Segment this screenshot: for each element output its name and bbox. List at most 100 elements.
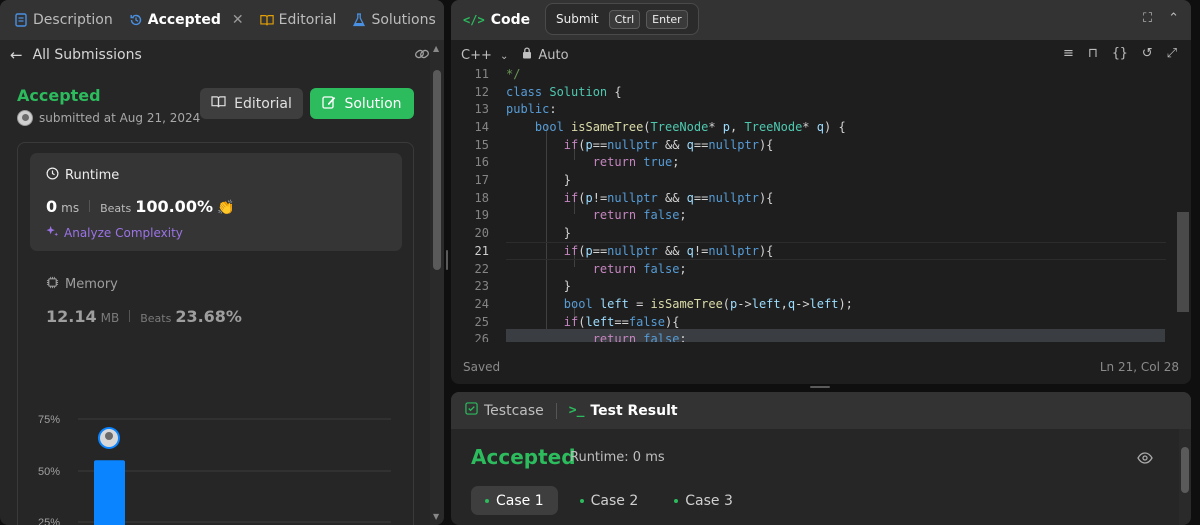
scroll-thumb[interactable] [433,70,441,270]
y-tick-label: 75% [38,414,60,426]
code-line[interactable]: 15 if(p==nullptr && q==nullptr){ [451,136,774,154]
result-panel: Testcase >_ Test Result Accepted Runtime… [451,392,1191,525]
format-icon[interactable]: ≡ [1063,46,1074,61]
reset-icon[interactable]: ↺ [1142,46,1153,61]
edit-icon [322,95,336,113]
scroll-down-icon[interactable]: ▼ [433,512,439,521]
braces-icon[interactable]: {} [1112,46,1128,61]
submitted-info: submitted at Aug 21, 2024 · [17,110,210,126]
line-number: 21 [474,243,489,258]
terminal-icon: >_ [568,403,585,418]
code-line[interactable]: 21 if(p==nullptr && q!=nullptr){ [451,242,774,260]
code-text: bool isSameTree(TreeNode* p, TreeNode* q… [534,119,846,134]
back-label: All Submissions [32,47,142,63]
code-text: */ [506,66,521,81]
code-line[interactable]: 12 class Solution { [451,83,622,101]
code-line[interactable]: 20 } [451,224,571,242]
submission-detail: ← All Submissions Accepted submitted at … [0,40,430,525]
editor-scroll-thumb[interactable] [1177,212,1189,312]
code-line[interactable]: 11 */ [451,66,521,83]
pass-dot [579,498,584,503]
code-line[interactable]: 13 public: [451,100,557,118]
code-header: </> Code Submit Ctrl Enter ⛶ ⌃ [451,0,1191,40]
bookmark-icon[interactable]: ⊓ [1088,46,1098,61]
horizontal-resize-handle[interactable] [810,386,830,388]
code-title: </> Code [463,12,530,28]
left-tab-bar: Description Accepted ✕ Editorial Solutio… [0,0,444,40]
tab-description[interactable]: Description [6,0,121,40]
result-header: Testcase >_ Test Result [451,392,1191,429]
result-scrollbar[interactable] [1179,429,1191,525]
code-text: if(p==nullptr && q!=nullptr){ [563,243,774,258]
tab-testcase[interactable]: Testcase [465,402,544,419]
expand-icon[interactable]: ⤢ [1167,46,1177,61]
editorial-button[interactable]: Editorial [200,88,303,119]
runtime-distribution-chart: 75% 50% 25% [38,414,391,525]
code-line[interactable]: 26 return false; [451,331,687,342]
case-label: Case 2 [590,492,639,509]
saved-status: Saved [463,360,501,374]
case-tab-2[interactable]: Case 2 [566,486,653,515]
code-line[interactable]: 24 bool left = isSameTree(p->left,q->lef… [451,295,853,313]
tab-solutions[interactable]: Solutions [344,0,443,40]
code-line[interactable]: 18 if(p!=nullptr && q==nullptr){ [451,189,774,207]
link-icon[interactable] [414,46,430,66]
scroll-thumb[interactable] [1181,447,1189,493]
line-number: 20 [474,226,489,241]
case-tab-3[interactable]: Case 3 [660,486,747,515]
tab-editorial[interactable]: Editorial [252,0,345,40]
scroll-up-icon[interactable]: ▲ [433,44,439,53]
fullscreen-icon[interactable]: ⛶ [1143,11,1152,26]
distribution-bar[interactable] [94,460,125,525]
book-icon [259,13,274,27]
submit-tooltip: Submit Ctrl Enter [545,3,699,35]
code-editor[interactable]: 11 */12 class Solution {13 public: 14 bool i… [451,66,1191,342]
vertical-resize-handle[interactable] [446,250,448,270]
line-number: 26 [474,332,489,342]
code-footer: Saved Ln 21, Col 28 [451,350,1191,384]
left-scrollbar[interactable]: ▲ ▼ [430,40,444,525]
close-icon[interactable]: ✕ [232,12,244,28]
mode-label: Auto [538,47,569,63]
line-number: 24 [474,296,489,311]
line-number: 25 [474,314,489,329]
code-line[interactable]: 16 return true; [451,154,680,172]
tab-test-result[interactable]: >_ Test Result [569,403,678,419]
tab-label: Accepted [147,12,221,28]
enter-key: Enter [646,9,688,29]
code-line[interactable]: 14 bool isSameTree(TreeNode* p, TreeNode… [451,118,846,136]
code-text: class Solution { [506,84,622,99]
code-icon: </> [463,13,485,27]
tab-label: Description [33,12,113,28]
result-runtime: Runtime: 0 ms [570,450,665,465]
submission-panel: Description Accepted ✕ Editorial Solutio… [0,0,444,525]
code-line[interactable]: 17 } [451,171,571,189]
case-label: Case 1 [496,492,544,509]
cursor-position: Ln 21, Col 28 [1099,360,1179,374]
code-line[interactable]: 22 return false; [451,260,687,278]
language-label: C++ [461,47,492,63]
code-line[interactable]: 19 return false; [451,207,687,225]
ctrl-key: Ctrl [608,9,641,29]
chevron-up-icon[interactable]: ⌃ [1168,11,1179,26]
case-tabs: Case 1 Case 2 Case 3 [471,486,755,515]
tab-accepted[interactable]: Accepted ✕ [121,0,252,40]
line-number: 12 [474,84,489,99]
document-icon [14,13,28,27]
case-tab-1[interactable]: Case 1 [471,486,558,515]
code-text: if(p==nullptr && q==nullptr){ [563,137,774,152]
back-to-submissions[interactable]: ← All Submissions [0,40,430,70]
code-text: } [563,173,572,188]
auto-mode[interactable]: Auto [522,47,569,63]
language-select[interactable]: C++ ⌄ [461,48,508,63]
code-line[interactable]: 25 if(left==false){ [451,313,680,331]
code-text: return false; [592,208,687,223]
solution-label: Solution [344,95,402,112]
code-text: if(p!=nullptr && q==nullptr){ [563,190,774,205]
result-status: Accepted [471,445,576,469]
eye-icon[interactable] [1137,449,1153,468]
code-text: if(left==false){ [563,314,680,329]
line-number: 17 [474,173,489,188]
code-line[interactable]: 23 } [451,277,571,295]
solution-button[interactable]: Solution [310,88,414,119]
